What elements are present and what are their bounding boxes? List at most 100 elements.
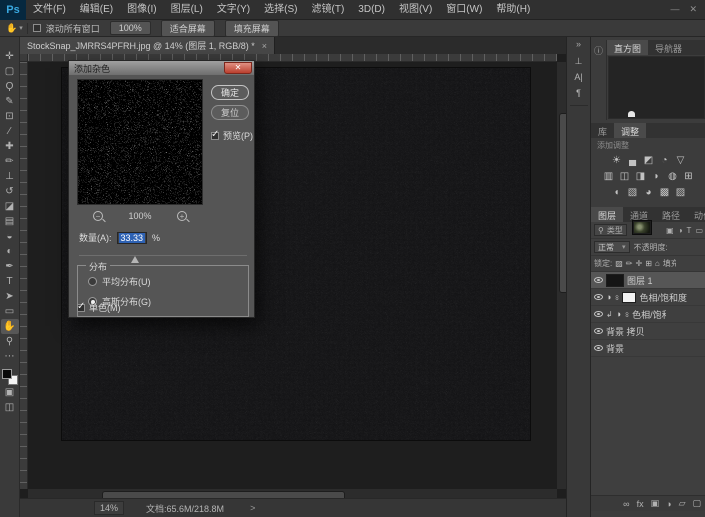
minimize-button[interactable]: — (670, 4, 679, 15)
tool-path-select-tool[interactable]: ➤ (1, 289, 19, 304)
tool-healing-brush-tool[interactable]: ✚ (1, 139, 19, 154)
tab-histogram[interactable]: 直方图 (607, 40, 649, 55)
ok-button[interactable]: 确定 (211, 85, 249, 100)
tool-lasso-tool[interactable]: Ϙ (1, 79, 19, 94)
tab-actions[interactable]: 动作 (687, 207, 705, 222)
tool-zoom-tool[interactable]: ⚲ (1, 334, 19, 349)
tool-eyedropper-tool[interactable]: ⁄ (1, 124, 19, 139)
menu-item[interactable]: 选择(S) (257, 0, 304, 20)
menu-item[interactable]: 图像(I) (120, 0, 163, 20)
dialog-title-bar[interactable]: 添加杂色 ✕ (69, 61, 254, 75)
lock-lock-pixels[interactable]: ✏ (626, 259, 633, 268)
visibility-eye-icon[interactable] (594, 277, 603, 283)
filter-filter-image[interactable]: ▣ (666, 226, 674, 235)
monochromatic-row[interactable]: 单色(M) (77, 301, 121, 314)
adjustment-posterize[interactable]: ▧ (626, 186, 639, 199)
adjustment-curves[interactable]: ◩ (642, 154, 655, 167)
adjustment-gradient-map[interactable]: ▩ (658, 186, 671, 199)
adjustment-hue-saturation[interactable]: ▥ (602, 170, 615, 183)
dialog-close-button[interactable]: ✕ (224, 61, 252, 74)
adjustment-color-balance[interactable]: ◫ (618, 170, 631, 183)
uniform-radio[interactable] (88, 277, 97, 286)
reset-button[interactable]: 复位 (211, 105, 249, 120)
monochromatic-checkbox[interactable] (77, 301, 85, 312)
adjustment-color-lookup[interactable]: ⊞ (682, 170, 695, 183)
tool-more-tools[interactable]: ⋯ (1, 349, 19, 364)
zoom-level-field[interactable]: 14% (94, 501, 125, 515)
layers-action-new-group[interactable]: ▱ (679, 498, 686, 509)
layers-action-add-layer-mask[interactable]: ▣ (651, 498, 660, 509)
adjustment-vibrance[interactable]: ▽ (674, 154, 687, 167)
menu-item[interactable]: 文字(Y) (210, 0, 257, 20)
layer-row-background-copy[interactable]: 背景 拷贝 (591, 221, 705, 340)
tool-type-tool[interactable]: T (1, 274, 19, 289)
tool-gradient-tool[interactable]: ▤ (1, 214, 19, 229)
slider-track[interactable] (79, 255, 247, 256)
tool-marquee-tool[interactable]: ▢ (1, 64, 19, 79)
current-tool-badge[interactable]: ✋ ▾ (6, 22, 28, 34)
close-button[interactable]: ✕ (689, 4, 697, 15)
status-arrow-icon[interactable]: > (250, 503, 255, 513)
tool-eraser-tool[interactable]: ◪ (1, 199, 19, 214)
layer-row-hue-saturation-1[interactable]: ◑ ∞ 色相/饱和度 (591, 289, 705, 306)
visibility-eye-icon[interactable] (594, 345, 603, 351)
visibility-eye-icon[interactable] (594, 311, 603, 317)
tab-adjustments[interactable]: 调整 (614, 123, 647, 138)
tool-crop-tool[interactable]: ⊡ (1, 109, 19, 124)
menu-item[interactable]: 视图(V) (392, 0, 439, 20)
menu-item[interactable]: 编辑(E) (73, 0, 120, 20)
tool-blur-tool[interactable]: ◒ (1, 229, 19, 244)
adjustment-invert[interactable]: ◖ (610, 186, 623, 199)
tab-paths[interactable]: 路径 (655, 207, 687, 222)
layer-row-noise[interactable]: 图层 1 (591, 272, 705, 289)
layer-row-background[interactable]: 背景 (591, 221, 705, 357)
tab-library[interactable]: 库 (591, 123, 614, 138)
lock-lock-position[interactable]: ✛ (636, 259, 643, 268)
tool-history-brush-tool[interactable]: ↺ (1, 184, 19, 199)
menu-item[interactable]: 帮助(H) (489, 0, 537, 20)
adjustment-photo-filter[interactable]: ◗ (650, 170, 663, 183)
visibility-eye-icon[interactable] (594, 328, 603, 334)
vertical-scrollbar-thumb[interactable] (559, 113, 566, 293)
lock-lock-transparency[interactable]: ▨ (615, 259, 623, 268)
filter-filter-adjustment[interactable]: ◑ (678, 226, 683, 235)
preview-checkbox[interactable] (211, 129, 219, 140)
panel-icon-paragraph-panel[interactable]: ¶ (569, 85, 589, 101)
layers-action-add-adjustment-layer[interactable]: ◑ (666, 499, 671, 509)
layers-action-new-layer[interactable]: ▢ (692, 498, 701, 509)
panel-icon-clone-source-panel[interactable]: ⊥ (569, 53, 589, 69)
panel-icon-character-panel[interactable]: A| (569, 69, 589, 85)
zoom-100-button[interactable]: 100% (109, 21, 151, 35)
adjustment-brightness-contrast[interactable]: ☀ (610, 154, 623, 167)
filter-kind-select[interactable]: ⚲ 类型 (594, 224, 627, 236)
noise-preview[interactable] (77, 79, 203, 205)
adjustment-threshold[interactable]: ◕ (642, 186, 655, 199)
menu-item[interactable]: 窗口(W) (439, 0, 489, 20)
menu-item[interactable]: 3D(D) (351, 0, 392, 20)
adjustment-channel-mixer[interactable]: ◍ (666, 170, 679, 183)
horizontal-scrollbar[interactable] (28, 489, 557, 498)
amount-input[interactable]: 33.33 (116, 231, 148, 244)
tool-dodge-tool[interactable]: ◐ (1, 244, 19, 259)
adjustment-levels[interactable]: ▄ (626, 154, 639, 167)
slider-thumb[interactable] (131, 256, 140, 263)
adjustment-black-white[interactable]: ◨ (634, 170, 647, 183)
color-swatches[interactable] (1, 369, 18, 385)
info-panel-icon[interactable]: ⓘ (591, 40, 607, 120)
screen-mode-icon[interactable]: ◫ (1, 400, 19, 415)
menu-item[interactable]: 滤镜(T) (305, 0, 352, 20)
blend-mode-select[interactable]: 正常 ▾ (594, 241, 630, 253)
horizontal-scrollbar-thumb[interactable] (102, 491, 346, 498)
adjustment-selective-color[interactable]: ▨ (674, 186, 687, 199)
lock-lock-all[interactable]: ⌂ (655, 259, 660, 268)
document-tab[interactable]: StockSnap_JMRRS4PFRH.jpg @ 14% (图层 1, RG… (20, 37, 275, 54)
tool-brush-tool[interactable]: ✏ (1, 154, 19, 169)
tab-navigator[interactable]: 导航器 (648, 40, 689, 55)
fill-screen-button[interactable]: 填充屏幕 (224, 19, 279, 37)
layer-thumbnail[interactable] (633, 221, 651, 234)
vertical-scrollbar[interactable] (557, 62, 566, 489)
layer-row-hue-saturation-2[interactable]: ↲ ◑ ∞ 色相/饱和度 (591, 221, 705, 323)
tool-hand-tool[interactable]: ✋ (0, 319, 19, 334)
zoom-in-icon[interactable]: + (177, 211, 187, 221)
tab-layers[interactable]: 图层 (591, 207, 624, 222)
